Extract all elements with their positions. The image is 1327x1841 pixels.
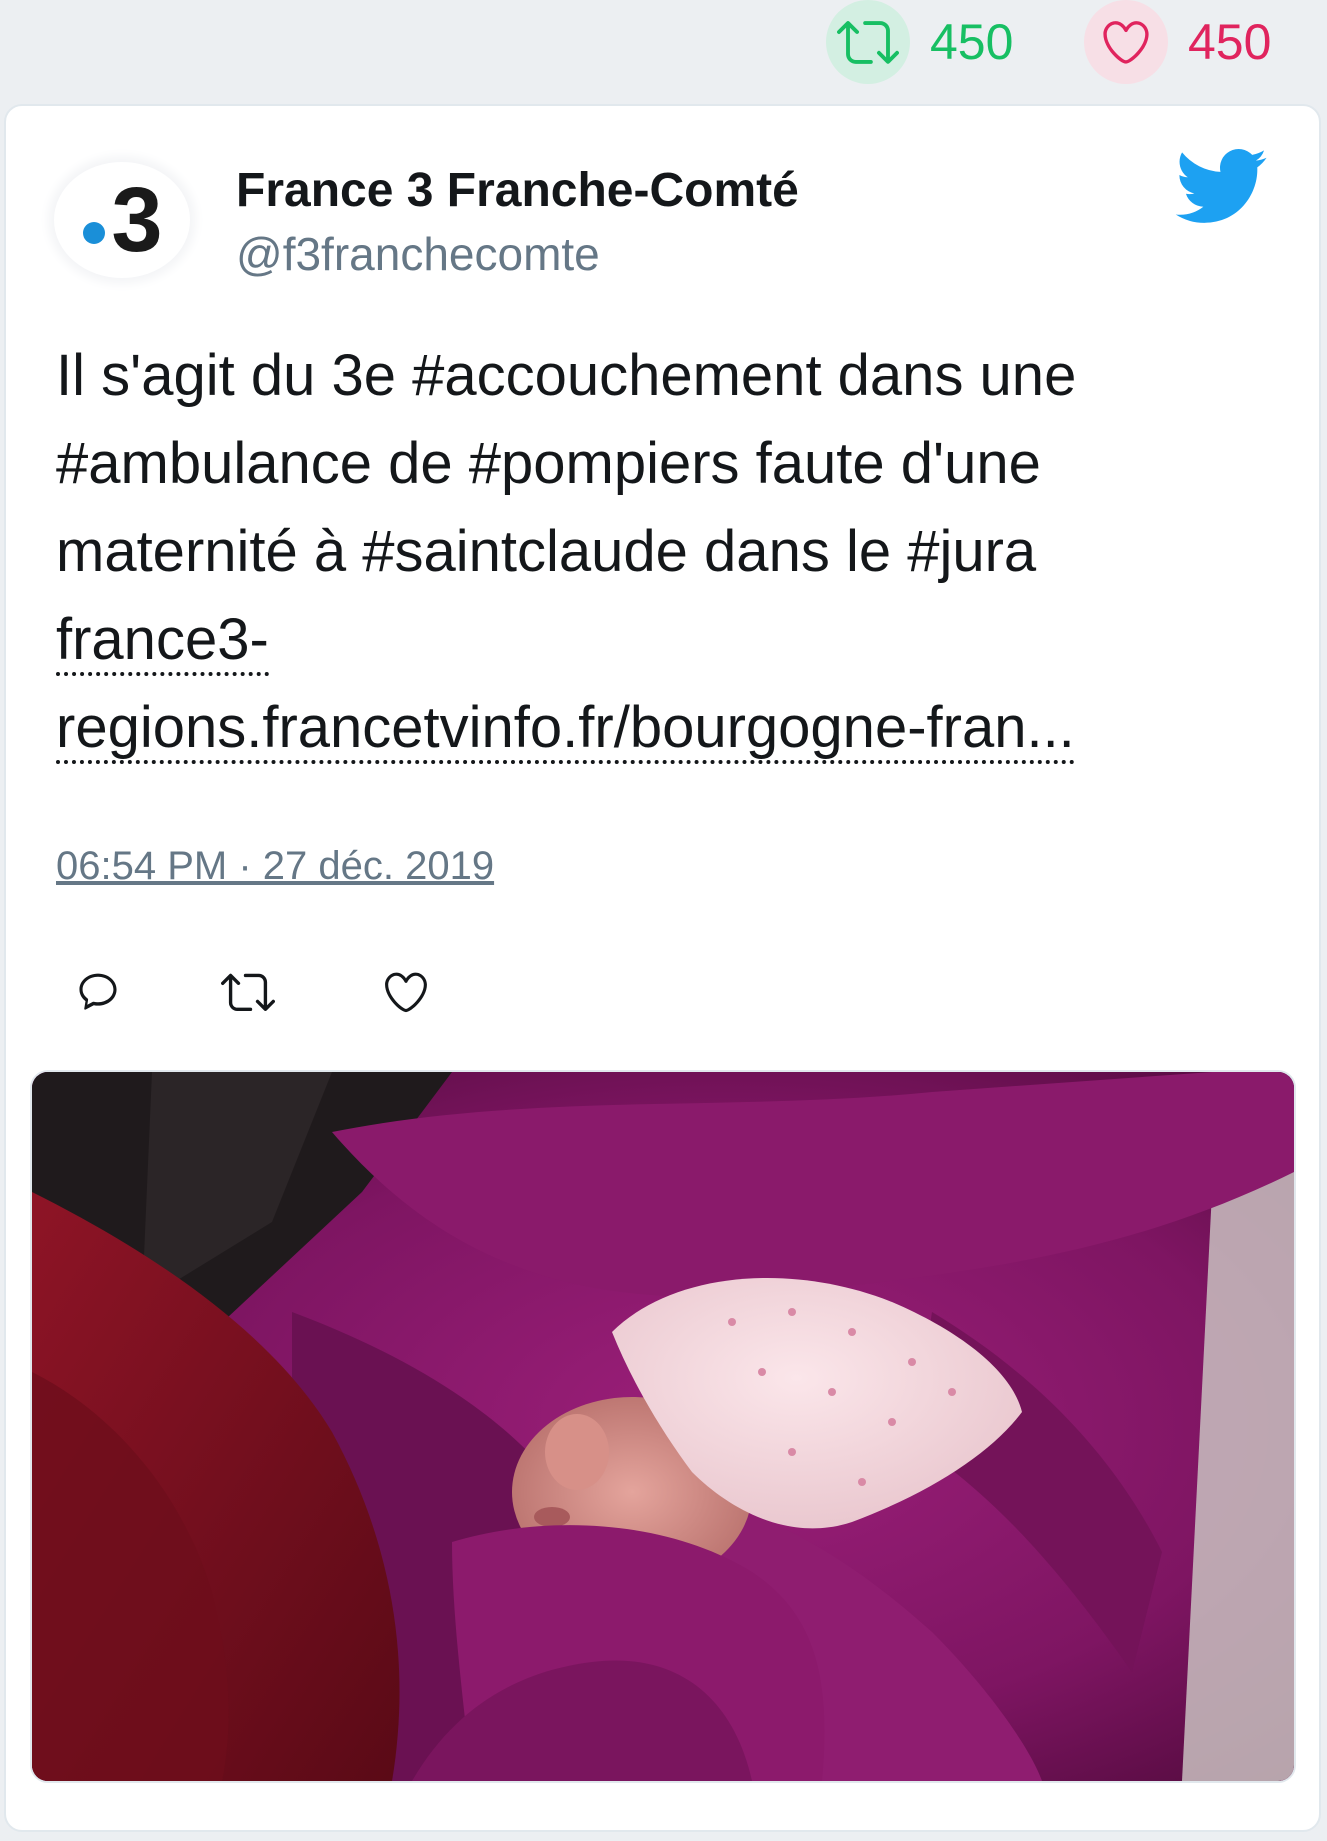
tweet-timestamp[interactable]: 06:54 PM · 27 déc. 2019	[56, 844, 494, 889]
france3-logo: 3	[83, 169, 163, 271]
author-handle[interactable]: @f3franchecomte	[236, 227, 600, 281]
like-count-button[interactable]: 450	[1084, 0, 1271, 84]
logo-dot	[83, 222, 106, 244]
author-name[interactable]: France 3 Franche-Comté	[236, 163, 799, 218]
retweet-button[interactable]	[220, 964, 276, 1020]
heart-icon	[385, 972, 427, 1013]
tweet-link[interactable]: france3-	[56, 607, 269, 676]
tweet-media[interactable]	[30, 1070, 1296, 1783]
tweet-text: Il s'agit du 3e #accouchement dans une #…	[56, 332, 1256, 772]
retweet-count: 450	[930, 14, 1014, 70]
newborn-photo	[32, 1072, 1294, 1781]
like-button[interactable]	[378, 964, 434, 1020]
avatar[interactable]: 3	[54, 162, 190, 278]
retweet-icon	[826, 0, 910, 84]
retweet-count-button[interactable]: 450	[826, 0, 1013, 84]
reply-icon	[79, 973, 117, 1010]
reply-button[interactable]	[70, 964, 126, 1020]
twitter-bird-icon[interactable]	[1172, 146, 1268, 226]
tweet-stats: 450 450	[0, 0, 1327, 100]
heart-icon	[1084, 0, 1168, 84]
tweet-text-line: maternité à #saintclaude dans le #jura	[56, 519, 1037, 584]
tweet-text-line: Il s'agit du 3e #accouchement dans une	[56, 343, 1077, 408]
avatar-logo-text: 3	[111, 169, 162, 271]
retweet-icon	[221, 973, 275, 1012]
like-count: 450	[1188, 14, 1272, 70]
tweet-text-line: #ambulance de #pompiers faute d'une	[56, 431, 1041, 496]
tweet-link[interactable]: regions.francetvinfo.fr/bourgogne-fran..…	[56, 695, 1075, 764]
